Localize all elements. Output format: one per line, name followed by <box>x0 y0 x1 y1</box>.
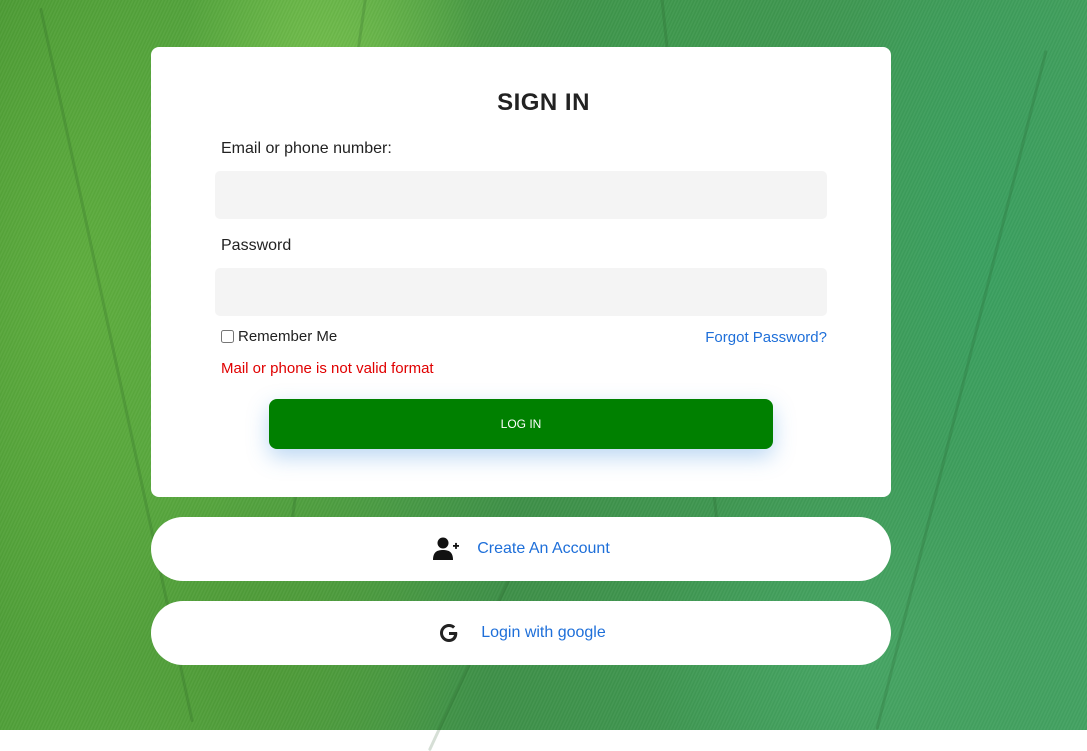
login-button[interactable]: LOG IN <box>269 399 773 449</box>
page-title: SIGN IN <box>497 89 590 116</box>
google-login-button[interactable]: Login with google <box>151 601 891 665</box>
create-account-button[interactable]: Create An Account <box>151 517 891 581</box>
password-label: Password <box>221 237 292 254</box>
google-login-label: Login with google <box>481 624 606 641</box>
remember-me-checkbox[interactable] <box>221 330 234 343</box>
add-user-icon <box>432 536 460 562</box>
remember-me-label: Remember Me <box>238 328 338 345</box>
email-label: Email or phone number: <box>221 140 392 157</box>
forgot-password-link[interactable]: Forgot Password? <box>705 329 827 346</box>
create-account-label: Create An Account <box>477 540 610 557</box>
password-field[interactable] <box>215 268 827 316</box>
google-icon <box>436 620 464 646</box>
error-message: Mail or phone is not valid format <box>221 360 434 377</box>
remember-me[interactable]: Remember Me <box>220 328 337 345</box>
email-field[interactable] <box>215 171 827 219</box>
